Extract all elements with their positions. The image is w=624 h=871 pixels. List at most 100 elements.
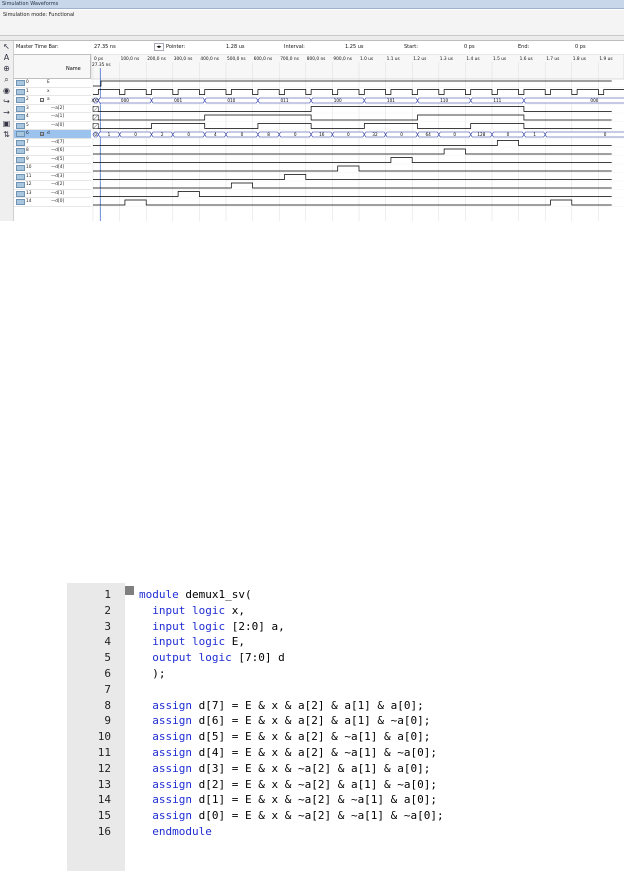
code-text: endmodule (139, 825, 212, 838)
timeline-tick-label: 1.1 us (387, 56, 401, 62)
code-line[interactable]: 12 assign d[3] = E & x & ~a[2] & a[1] & … (67, 762, 624, 778)
waveform-a2 (98, 106, 612, 112)
bus-d-value: 16 (319, 132, 325, 137)
keyword: logic (192, 603, 226, 617)
master-time-bar-value[interactable]: 27.35 ns (94, 42, 116, 52)
signal-row-d2[interactable]: 12 —d[2] (14, 181, 91, 190)
bus-d-value: 64 (425, 132, 431, 137)
text-icon[interactable]: A (0, 52, 13, 63)
zoom-icon[interactable]: ⌕ (0, 74, 13, 85)
replace-icon[interactable]: ↪ (0, 96, 13, 107)
code-line[interactable]: 14 assign d[1] = E & x & ~a[2] & ~a[1] &… (67, 793, 624, 809)
code-line[interactable]: 16 endmodule (67, 825, 624, 841)
signal-row-d5[interactable]: 9 —d[5] (14, 156, 91, 164)
signal-index: 13 (26, 190, 32, 196)
signal-row-E[interactable]: 0E (14, 79, 91, 88)
bus-d-value: 4 (214, 132, 217, 137)
signal-index: 14 (26, 199, 32, 204)
signal-row-d7[interactable]: 7 —d[7] (14, 139, 91, 147)
waveform-icon[interactable]: → (0, 107, 13, 118)
signal-name: —d[5] (51, 156, 65, 162)
bus-d-value: 1 (533, 132, 536, 137)
code-line[interactable]: 15 assign d[0] = E & x & ~a[2] & ~a[1] &… (67, 809, 624, 825)
code-line[interactable]: 2 input logic x, (67, 604, 624, 620)
bus-d-value: 0 (134, 132, 137, 137)
line-number: 15 (97, 809, 111, 823)
code-editor[interactable]: 1 module demux1_sv(2 input logic x, 3 inpu… (67, 583, 624, 871)
zoom-in-icon[interactable]: ⊕ (0, 63, 13, 74)
code-line[interactable]: 13 assign d[2] = E & x & ~a[2] & a[1] & … (67, 778, 624, 794)
signal-icon (16, 173, 25, 180)
code-line[interactable]: 8 assign d[7] = E & x & a[2] & a[1] & a[… (67, 699, 624, 715)
code-text: assign d[1] = E & x & ~a[2] & ~a[1] & a[… (152, 793, 438, 807)
timeline-tick-label: 600,0 ns (254, 56, 273, 62)
line-number: 9 (104, 714, 111, 728)
code-line[interactable]: 11 assign d[4] = E & x & a[2] & ~a[1] & … (67, 746, 624, 762)
signal-row-x[interactable]: 1x (14, 88, 91, 96)
bus-a-value: 111 (493, 98, 501, 103)
time-bar-stepper[interactable]: ◂▸ (154, 43, 164, 51)
keyword: assign (152, 777, 192, 791)
signal-icon (16, 139, 25, 146)
signal-row-a[interactable]: 2 -a (14, 96, 91, 105)
signal-row-a2[interactable]: 3 —a[2] (14, 105, 91, 113)
code-line[interactable]: 9 assign d[6] = E & x & a[2] & a[1] & ~a… (67, 714, 624, 730)
code-line[interactable]: 7 (67, 683, 624, 699)
signal-icon (16, 182, 25, 188)
find-icon[interactable]: ◉ (0, 85, 13, 96)
timeline-tick-label: 100,0 ns (121, 56, 140, 62)
pointer-icon[interactable]: ↖ (0, 41, 13, 52)
code-text: module demux1_sv( (139, 588, 252, 601)
signal-row-a0[interactable]: 5 —a[0] (14, 122, 91, 130)
waveform-canvas[interactable]: 0 ps 100,0 ns 200,0 ns 300,0 ns 400,0 ns 500,… (90, 53, 624, 221)
line-number: 6 (104, 667, 111, 680)
signal-row-d[interactable]: 6 -d (14, 130, 91, 139)
line-number: 5 (104, 651, 111, 665)
code-text: input logic x, (152, 603, 245, 617)
signal-index: 12 (26, 182, 32, 187)
node-icon[interactable]: ▣ (0, 118, 13, 129)
code-line[interactable]: 3 input logic [2:0] a, (67, 620, 624, 636)
waveform-d6 (93, 148, 612, 155)
collapse-icon[interactable]: - (40, 97, 44, 102)
signal-name: —d[0] (51, 199, 65, 204)
signal-row-d4[interactable]: 10 —d[4] (14, 164, 91, 173)
signal-index: 5 (26, 122, 29, 128)
code-text: assign d[5] = E & x & a[2] & ~a[1] & a[0… (152, 730, 431, 744)
signal-icon (16, 190, 25, 197)
signal-row-d3[interactable]: 11 —d[3] (14, 173, 91, 181)
name-column-header: Name (14, 54, 91, 79)
signal-row-a1[interactable]: 4 —a[1] (14, 113, 91, 122)
collapse-icon[interactable]: - (40, 131, 44, 136)
keyword: logic (192, 619, 226, 633)
signal-row-d1[interactable]: 13 —d[1] (14, 190, 91, 198)
code-text: assign d[3] = E & x & ~a[2] & a[1] & a[0… (152, 761, 431, 775)
waveform-d1 (93, 191, 612, 197)
code-line[interactable]: 1 module demux1_sv( (67, 588, 624, 604)
timeline-tick-label: 400,0 ns (200, 56, 219, 62)
waveform-area[interactable]: 0 ps 100,0 ns 200,0 ns 300,0 ns 400,0 ns 500,… (90, 53, 624, 221)
toolbar-divider (0, 36, 624, 41)
bus-d-value: 2 (161, 132, 164, 137)
signal-icon (16, 148, 25, 154)
code-line[interactable]: 10 assign d[5] = E & x & a[2] & ~a[1] & … (67, 730, 624, 746)
window-title: Simulation Waveforms (0, 0, 624, 9)
bus-d-value: 0 (604, 132, 607, 137)
signal-row-d6[interactable]: 8 —d[6] (14, 147, 91, 156)
sort-icon[interactable]: ⇅ (0, 129, 13, 140)
code-line[interactable]: 6 ); (67, 667, 624, 683)
end-label: End: (518, 44, 530, 50)
line-number: 3 (104, 619, 111, 633)
bus-d-value: 0 (294, 132, 297, 137)
code-line[interactable]: 5 output logic [7:0] d (67, 651, 624, 667)
line-number: 13 (97, 777, 111, 791)
signal-name: x (47, 88, 50, 94)
bus-d-value: 0 (241, 132, 244, 137)
signal-icon (16, 122, 25, 129)
keyword: endmodule (152, 825, 212, 838)
signal-row-d0[interactable]: 14 —d[0] (14, 198, 91, 207)
code-line[interactable]: 4 input logic E, (67, 635, 624, 651)
timeline-tick-label: 1.2 us (413, 56, 427, 62)
signal-name: —a[1] (51, 114, 65, 119)
bus-a-value: 000 (121, 98, 129, 103)
